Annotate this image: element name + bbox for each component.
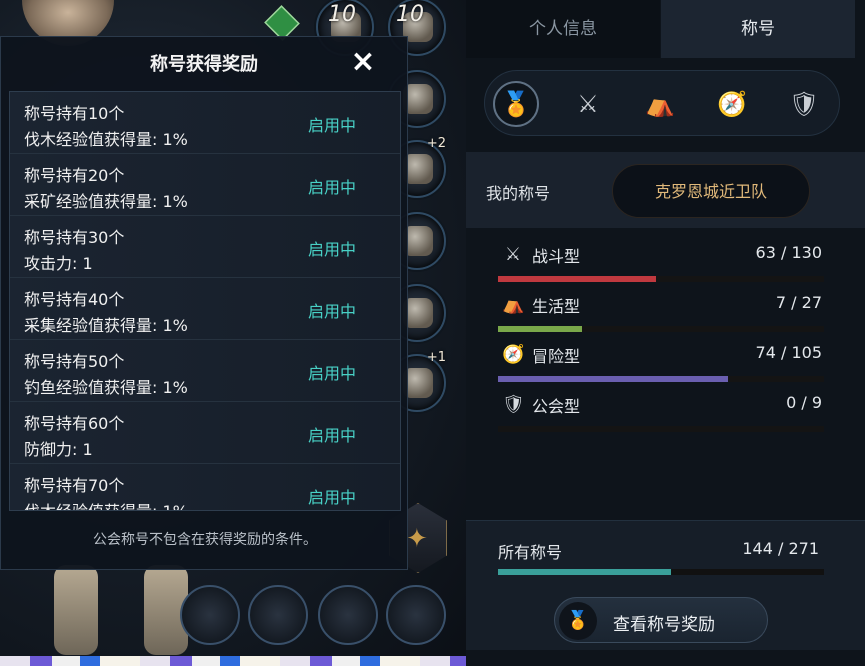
stat-progress-fill <box>498 276 657 282</box>
view-title-rewards-label: 查看称号奖励 <box>613 615 715 635</box>
tab-bar: 个人信息 称号 <box>466 0 865 58</box>
reward-status: 启用中 <box>308 364 357 383</box>
stat-combat: ⚔ 战斗型 63 / 130 <box>498 240 824 284</box>
reward-row: 称号持有20个采矿经验值获得量: 1% 启用中 <box>10 154 400 216</box>
stat-adventure: 🧭 冒险型 74 / 105 <box>498 340 824 384</box>
stat-progress-track <box>498 326 824 332</box>
enhance-badge: +1 <box>426 350 446 365</box>
reward-row: 称号持有40个采集经验值获得量: 1% 启用中 <box>10 278 400 340</box>
guild-shield-icon[interactable]: 🛡 <box>781 81 827 127</box>
skill-slot-mask-icon[interactable] <box>248 585 308 645</box>
reward-status: 启用中 <box>308 116 357 135</box>
reward-effect: 伐木经验值获得量: 1% <box>24 130 188 149</box>
view-title-rewards-button[interactable]: 🏅 查看称号奖励 <box>554 597 768 643</box>
reward-effect: 防御力: 1 <box>24 440 93 459</box>
tent-icon: ⛺ <box>502 294 525 315</box>
slot-count: 10 <box>396 2 424 27</box>
guild-shield-icon: 🛡 <box>502 394 525 415</box>
reward-list[interactable]: 称号持有10个 伐木经验值获得量: 1% 启用中 称号持有20个 采矿经验值获得量: 1… <box>9 91 401 511</box>
reward-effect: 伐木经验值获得量: 1% <box>24 498 188 510</box>
stat-value: 0 / 9 <box>786 393 822 412</box>
stat-name: 生活型 <box>532 297 581 316</box>
reward-requirement: 称号持有20个 <box>24 166 125 185</box>
reward-requirement: 称号持有10个 <box>24 104 125 123</box>
compass-icon[interactable]: 🧭 <box>709 81 755 127</box>
crossed-axes-icon: ⚔ <box>504 244 522 265</box>
reward-row: 称号持有10个伐木经验值获得量: 1% 启用中 <box>10 92 400 154</box>
tent-icon[interactable]: ⛺ <box>637 81 683 127</box>
my-title-label: 我的称号 <box>486 184 551 203</box>
reward-requirement: 称号持有40个 <box>24 290 125 309</box>
stat-name: 冒险型 <box>532 347 581 366</box>
reward-note: 公会称号不包含在获得奖励的条件。 <box>93 532 317 548</box>
my-title-row: 我的称号 克罗恩城近卫队 <box>466 152 865 228</box>
all-titles-value: 144 / 271 <box>742 539 819 558</box>
all-titles-progress-fill <box>498 569 672 575</box>
reward-status: 启用中 <box>308 240 357 259</box>
skill-slot-scythe-icon[interactable] <box>318 585 378 645</box>
reward-requirement: 称号持有30个 <box>24 228 125 247</box>
reward-status: 启用中 <box>308 302 357 321</box>
stat-guild: 🛡 公会型 0 / 9 <box>498 390 824 434</box>
compass-icon: 🧭 <box>502 344 525 365</box>
stat-name: 战斗型 <box>532 247 581 266</box>
reward-status: 启用中 <box>308 426 357 445</box>
stat-name: 公会型 <box>532 397 581 416</box>
reward-row: 称号持有70个伐木经验值获得量: 1% 启用中 <box>10 464 400 510</box>
tab-personal-info[interactable]: 个人信息 <box>466 0 660 58</box>
stat-progress-fill <box>498 326 583 332</box>
reward-effect: 采集经验值获得量: 1% <box>24 316 188 335</box>
reward-row: 称号持有50个钓鱼经验值获得量: 1% 启用中 <box>10 340 400 402</box>
stat-value: 74 / 105 <box>755 343 822 362</box>
category-bar: 🏅 ⚔ ⛺ 🧭 🛡 <box>484 70 840 136</box>
medal-icon: 🏅 <box>559 602 597 640</box>
stat-value: 63 / 130 <box>755 243 822 262</box>
stat-progress-track <box>498 426 824 432</box>
all-titles-box: 所有称号 144 / 271 🏅 查看称号奖励 <box>466 520 865 650</box>
stat-life: ⛺ 生活型 7 / 27 <box>498 290 824 334</box>
reward-status: 启用中 <box>308 488 357 507</box>
stat-progress-track <box>498 276 824 282</box>
reward-effect: 采矿经验值获得量: 1% <box>24 192 188 211</box>
slot-count: 10 <box>328 2 356 27</box>
skill-slot-costume-icon[interactable] <box>386 585 446 645</box>
tab-titles[interactable]: 称号 <box>661 0 855 58</box>
stat-progress-track <box>498 376 824 382</box>
skill-slot-scale-icon[interactable] <box>180 585 240 645</box>
stat-progress-fill <box>498 376 728 382</box>
stat-value: 7 / 27 <box>775 293 822 312</box>
crossed-axes-icon[interactable]: ⚔ <box>565 81 611 127</box>
character-boot <box>54 565 98 655</box>
reward-status: 启用中 <box>308 178 357 197</box>
enhance-badge: +2 <box>426 136 446 151</box>
my-title-value[interactable]: 克罗恩城近卫队 <box>612 164 810 218</box>
close-icon[interactable]: × <box>347 47 379 79</box>
reward-requirement: 称号持有50个 <box>24 352 125 371</box>
reward-effect: 攻击力: 1 <box>24 254 93 273</box>
reward-effect: 钓鱼经验值获得量: 1% <box>24 378 188 397</box>
title-reward-panel: 称号获得奖励 × 称号持有10个 伐木经验值获得量: 1% 启用中 称号持有20个 采矿… <box>0 36 408 570</box>
reward-row: 称号持有30个 攻击力: 1 启用中 <box>10 216 400 278</box>
reward-requirement: 称号持有70个 <box>24 476 125 495</box>
title-panel: 个人信息 称号 🏅 ⚔ ⛺ 🧭 🛡 我的称号 克罗恩城近卫队 ⚔ 战斗型 63 … <box>466 0 865 666</box>
all-titles-label: 所有称号 <box>498 543 563 562</box>
reward-requirement: 称号持有60个 <box>24 414 125 433</box>
reward-row: 称号持有60个 防御力: 1 启用中 <box>10 402 400 464</box>
medal-icon[interactable]: 🏅 <box>493 81 539 127</box>
all-titles-progress-track <box>498 569 824 575</box>
